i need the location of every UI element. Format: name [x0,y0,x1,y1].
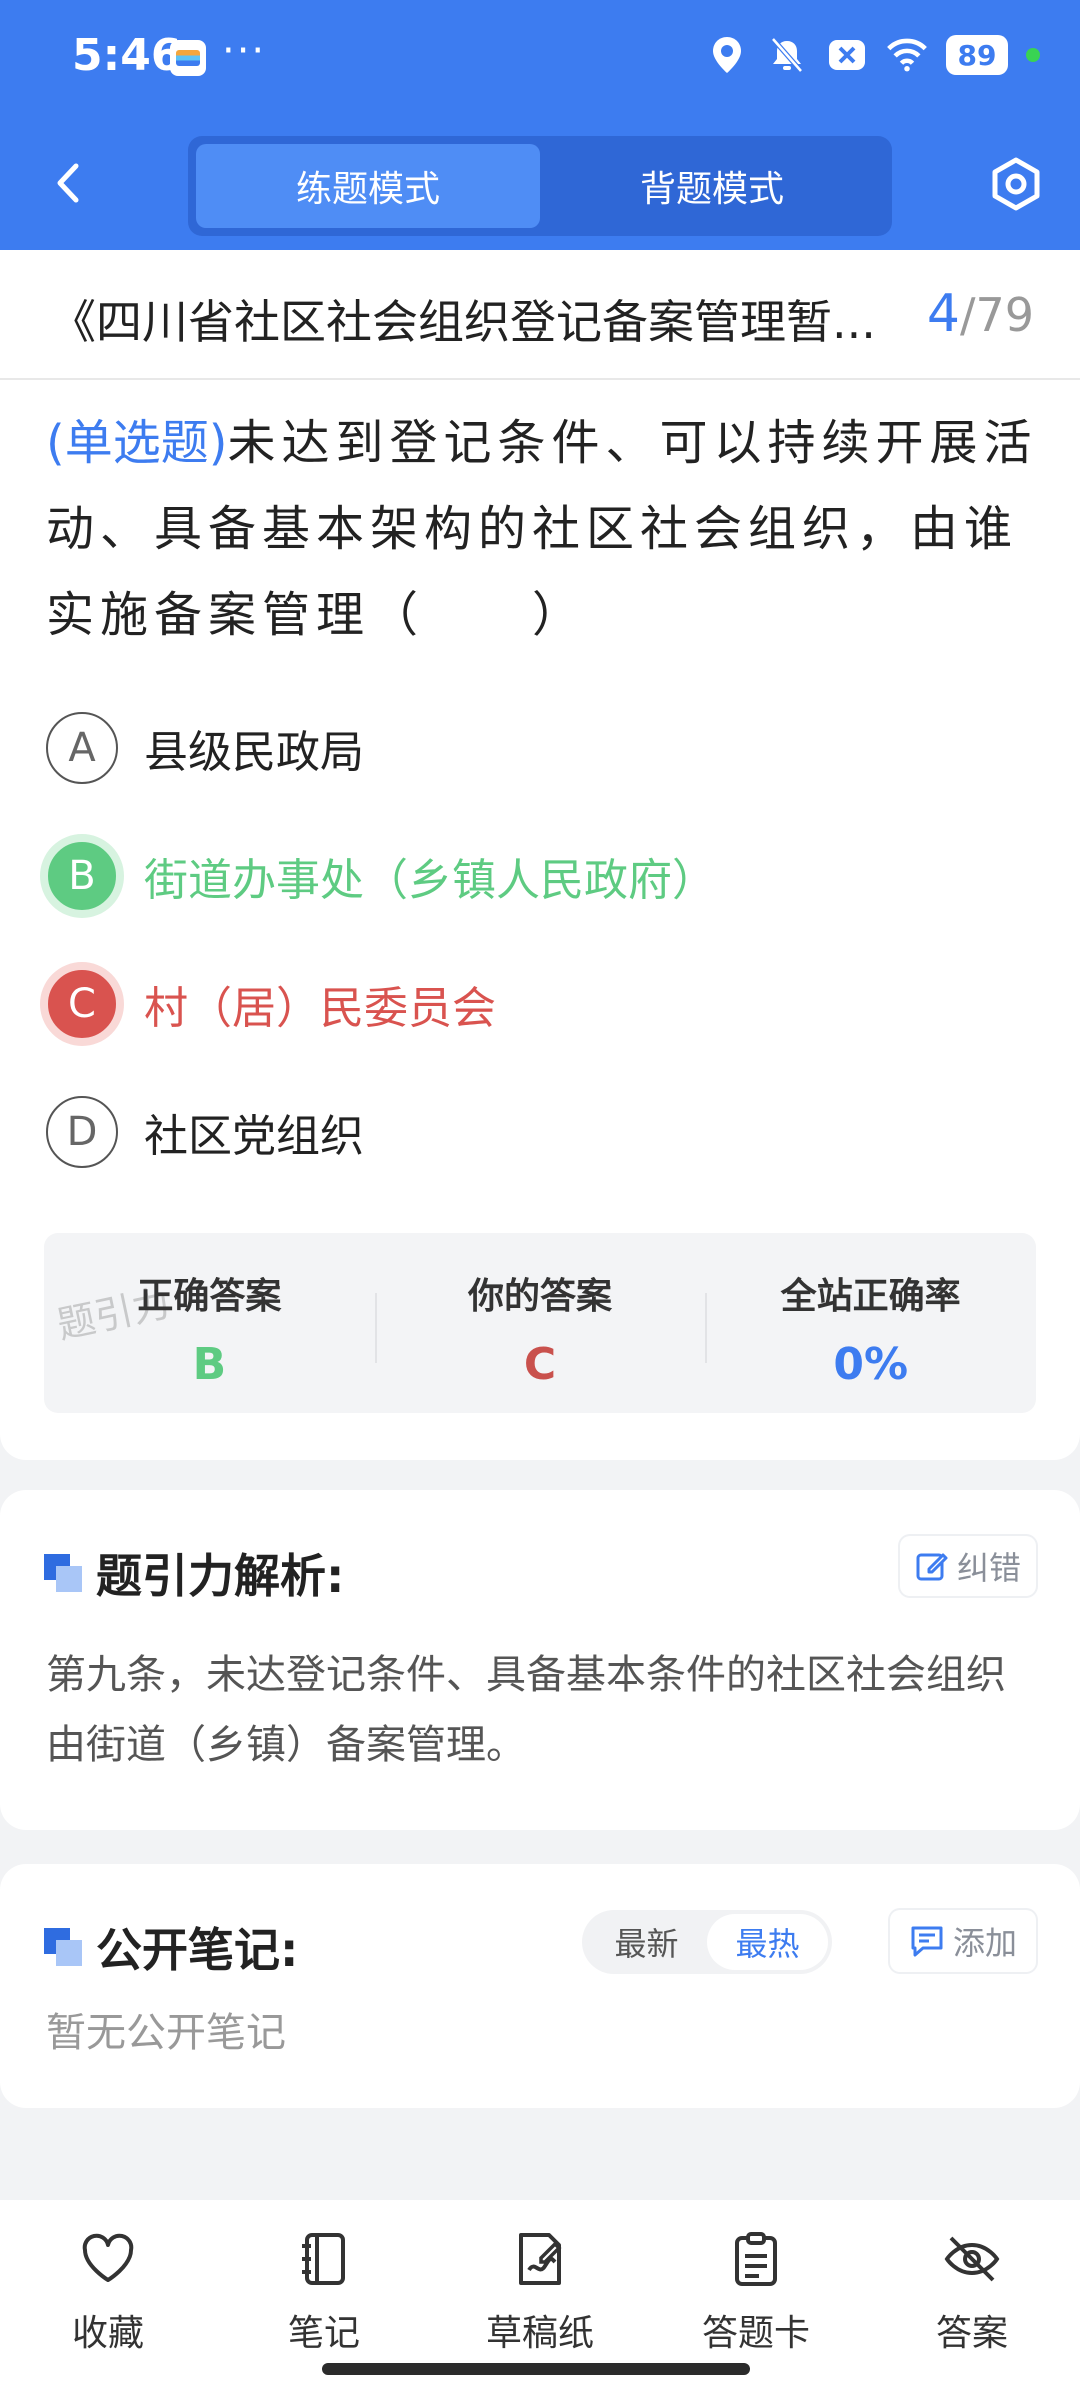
add-note-button[interactable]: 添加 [890,1910,1036,1972]
option-letter: B [40,834,124,918]
accuracy-col: 全站正确率 0% [705,1233,1036,1413]
option-text: 街道办事处（乡镇人民政府） [144,855,716,906]
tab-practice-mode[interactable]: 练题模式 [196,144,540,228]
draft-paper-label: 草稿纸 [485,2313,594,2354]
accuracy-label: 全站正确率 [780,1276,961,1317]
question-title-bar: 《四川省社区社会组织登记备案管理暂... 4/79 [0,250,1080,380]
section-squares-icon [44,1928,82,1966]
close-badge-icon [826,34,868,76]
option-c[interactable]: C 村（居）民委员会 [40,962,496,1046]
bell-off-icon [766,34,808,76]
back-button[interactable] [44,158,94,208]
draft-paper-button[interactable]: 草稿纸 [450,2230,630,2356]
wifi-icon [886,34,928,76]
show-answer-label: 答案 [935,2313,1008,2354]
question-counter[interactable]: 4/79 [927,284,1034,344]
option-letter: D [46,1096,118,1168]
correct-answer-label: 正确答案 [137,1276,282,1317]
more-notifications-icon: ··· [222,28,267,74]
add-note-label: 添加 [952,1924,1017,1962]
total-questions: /79 [959,288,1034,342]
show-answer-button[interactable]: 答案 [882,2230,1062,2356]
mode-switch: 练题模式 背题模式 [188,136,892,236]
option-text: 县级民政局 [144,727,364,778]
empty-notes-text: 暂无公开笔记 [46,2010,286,2056]
accuracy-value: 0% [833,1339,909,1390]
answer-card-label: 答题卡 [701,2313,810,2354]
location-icon [706,34,748,76]
favorite-label: 收藏 [71,2313,144,2354]
question-text: (单选题)未达到登记条件、可以持续开展活动、具备基本架构的社区社会组织，由谁实施… [46,400,1038,658]
favorite-button[interactable]: 收藏 [18,2230,198,2356]
public-notes-card: 公开笔记: 最新 最热 添加 暂无公开笔记 [0,1864,1080,2108]
answer-card-icon [735,2232,777,2286]
notes-button[interactable]: 笔记 [234,2230,414,2356]
option-a[interactable]: A 县级民政局 [46,708,364,788]
current-question-number: 4 [926,284,960,344]
tab-memorize-mode[interactable]: 背题模式 [540,144,884,228]
comment-icon [911,1926,943,1957]
home-indicator[interactable] [322,2363,750,2375]
analysis-title: 题引力解析: [96,1549,345,1603]
sort-latest[interactable]: 最新 [586,1914,707,1970]
your-answer-value: C [523,1339,557,1390]
heart-icon [82,2233,134,2282]
option-letter: A [46,712,118,784]
sort-hottest[interactable]: 最热 [707,1914,828,1970]
draft-paper-icon [519,2233,562,2285]
notebook-icon [302,2233,345,2285]
nav-bar: 练题模式 背题模式 [0,118,1080,250]
analysis-text: 第九条，未达登记条件、具备基本条件的社区社会组织由街道（乡镇）备案管理。 [46,1652,1006,1768]
analysis-header: 题引力解析: [44,1540,344,1606]
exam-title: 《四川省社区社会组织登记备案管理暂... [50,295,876,349]
report-error-button[interactable]: 纠错 [900,1536,1036,1596]
settings-hexagon-icon[interactable] [988,156,1044,212]
notes-header: 公开笔记: [44,1914,298,1980]
wallet-app-icon [170,40,206,76]
status-time: 5:46 [72,30,182,81]
report-error-label: 纠错 [956,1549,1021,1587]
correct-answer-value: B [192,1339,227,1390]
option-text: 社区党组织 [144,1111,364,1162]
battery-icon: 89 [946,35,1008,75]
analysis-card: 题引力解析: 纠错 第九条，未达登记条件、具备基本条件的社区社会组织由街道（乡镇… [0,1490,1080,1830]
privacy-indicator-dot [1026,48,1040,62]
your-answer-col: 你的答案 C [374,1233,706,1413]
question-card: 《四川省社区社会组织登记备案管理暂... 4/79 (单选题)未达到登记条件、可… [0,250,1080,1460]
option-text: 村（居）民委员会 [144,983,496,1034]
status-bar: 5:46 ··· 89 [0,0,1080,118]
notes-sort-toggle: 最新 最热 [582,1910,832,1974]
notes-title: 公开笔记: [96,1923,299,1977]
answer-card-button[interactable]: 答题卡 [666,2230,846,2356]
edit-icon [916,1553,948,1581]
correct-answer-col: 正确答案 B [44,1233,375,1413]
eye-off-icon [944,2236,1000,2282]
option-b[interactable]: B 街道办事处（乡镇人民政府） [40,834,716,918]
question-type: (单选题) [46,415,228,471]
top-bar: 5:46 ··· 89 练题模式 背题模式 [0,0,1080,250]
notes-label: 笔记 [287,2313,360,2354]
option-d[interactable]: D 社区党组织 [46,1092,364,1172]
your-answer-label: 你的答案 [468,1276,613,1317]
option-letter: C [40,962,124,1046]
answer-result-panel: 题引力 正确答案 B 你的答案 C 全站正确率 0% [44,1233,1036,1413]
section-squares-icon [44,1554,82,1592]
